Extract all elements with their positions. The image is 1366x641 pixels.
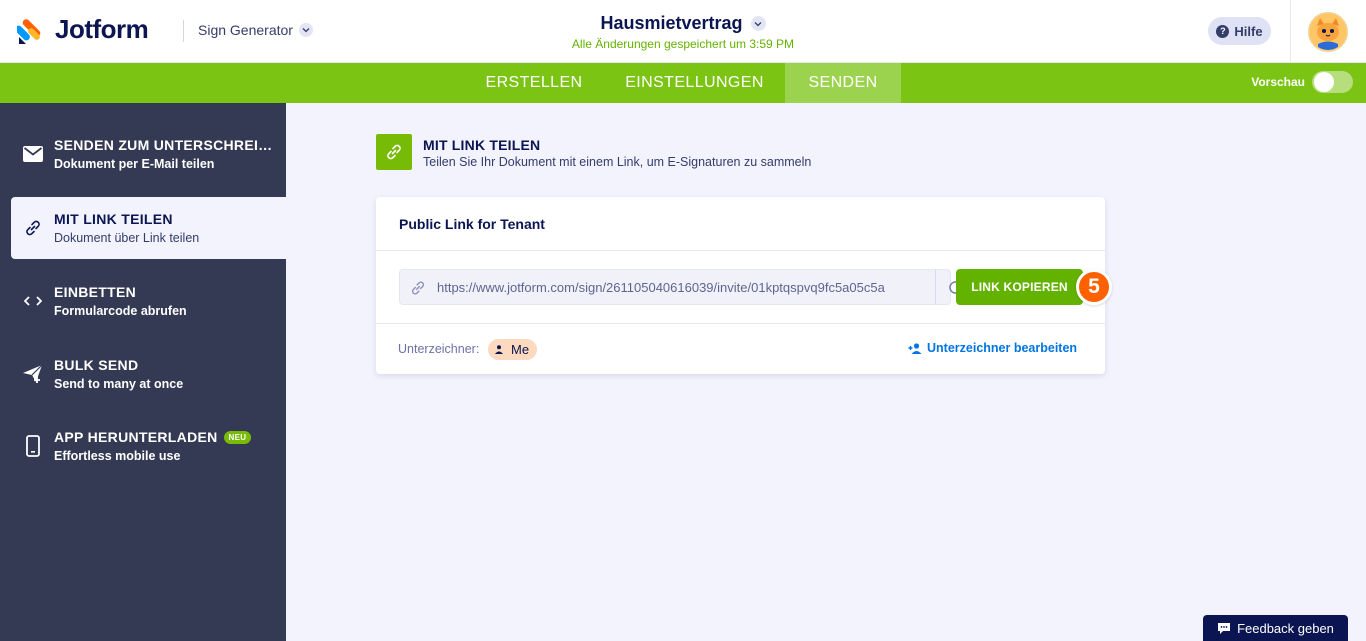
cat-avatar-icon	[1310, 14, 1346, 50]
product-switcher[interactable]: Sign Generator	[198, 22, 313, 38]
signer-chip: Me	[488, 339, 538, 360]
feedback-icon	[1218, 622, 1231, 634]
preview-toggle[interactable]: Vorschau	[1251, 71, 1353, 93]
copy-link-button[interactable]: LINK KOPIEREN	[956, 269, 1083, 305]
product-label: Sign Generator	[198, 22, 293, 38]
envelope-icon	[22, 143, 44, 165]
header-divider	[1290, 0, 1291, 63]
builder-nav: ERSTELLEN EINSTELLUNGEN SENDEN Vorschau	[0, 63, 1366, 103]
sidebar-item-subtitle: Dokument per E-Mail teilen	[54, 157, 215, 171]
sidebar-item-subtitle: Effortless mobile use	[54, 449, 181, 463]
toggle-knob	[1314, 72, 1334, 92]
sidebar-item-title: MIT LINK TEILEN	[54, 211, 173, 227]
share-sidebar: SENDEN ZUM UNTERSCHREIBEN Dokument per E…	[0, 103, 286, 641]
tab-senden[interactable]: SENDEN	[785, 63, 901, 103]
avatar[interactable]	[1308, 12, 1348, 52]
add-person-icon	[908, 342, 922, 354]
jotform-logo[interactable]: Jotform	[17, 14, 149, 45]
link-icon	[376, 134, 412, 170]
section-title: MIT LINK TEILEN	[423, 137, 541, 153]
sidebar-item-bulk-send[interactable]: BULK SEND Send to many at once	[0, 343, 286, 405]
person-icon	[495, 345, 503, 354]
feedback-label: Feedback geben	[1237, 620, 1334, 636]
help-button[interactable]: ? Hilfe	[1208, 17, 1271, 45]
preview-label: Vorschau	[1251, 75, 1305, 89]
smartphone-icon	[22, 435, 44, 457]
sidebar-item-title: APP HERUNTERLADEN NEU	[54, 429, 252, 445]
code-icon	[22, 290, 44, 312]
link-icon	[412, 281, 424, 295]
question-icon: ?	[1216, 24, 1230, 38]
link-field[interactable]: https://www.jotform.com/sign/26110504061…	[399, 269, 962, 305]
sidebar-item-download-app[interactable]: APP HERUNTERLADEN NEU Effortless mobile u…	[0, 415, 286, 477]
tab-erstellen[interactable]: ERSTELLEN	[468, 63, 600, 103]
logo-text: Jotform	[55, 14, 149, 44]
link-url[interactable]: https://www.jotform.com/sign/26110504061…	[437, 280, 915, 295]
divider	[376, 323, 1105, 324]
chevron-down-icon	[298, 23, 313, 37]
paper-plane-icon	[22, 363, 44, 385]
sidebar-item-subtitle: Formularcode abrufen	[54, 304, 187, 318]
top-header: Jotform Sign Generator Hausmietvertrag A…	[0, 0, 1366, 63]
sidebar-item-title: EINBETTEN	[54, 284, 137, 300]
sidebar-item-subtitle: Send to many at once	[54, 377, 184, 391]
section-description: Teilen Sie Ihr Dokument mit einem Link, …	[423, 155, 812, 169]
feedback-button[interactable]: Feedback geben	[1203, 615, 1348, 641]
sidebar-item-send-to-sign[interactable]: SENDEN ZUM UNTERSCHREIBEN Dokument per E…	[0, 123, 286, 185]
help-label: Hilfe	[1234, 23, 1263, 39]
save-status: Alle Änderungen gespeichert um 3:59 PM	[571, 37, 795, 51]
toggle-switch[interactable]	[1312, 71, 1353, 93]
card-title: Public Link for Tenant	[399, 216, 545, 232]
sidebar-item-subtitle: Dokument über Link teilen	[54, 231, 200, 245]
sidebar-item-embed[interactable]: EINBETTEN Formularcode abrufen	[0, 270, 286, 332]
header-divider	[183, 20, 184, 42]
edit-signers-link[interactable]: Unterzeichner bearbeiten	[908, 341, 1077, 355]
sidebar-item-title-text: APP HERUNTERLADEN	[54, 429, 218, 445]
document-title-area: Hausmietvertrag Alle Änderungen gespeich…	[483, 13, 883, 51]
signers-label: Unterzeichner:	[398, 342, 480, 356]
document-title-text: Hausmietvertrag	[600, 13, 743, 33]
sidebar-item-title: BULK SEND	[54, 357, 139, 373]
chevron-down-icon	[750, 16, 766, 31]
new-badge: NEU	[223, 431, 252, 444]
link-icon	[22, 217, 44, 239]
signer-name: Me	[511, 342, 530, 357]
tab-einstellungen[interactable]: EINSTELLUNGEN	[612, 63, 777, 103]
sidebar-item-share-link[interactable]: MIT LINK TEILEN Dokument über Link teile…	[11, 197, 286, 259]
document-title[interactable]: Hausmietvertrag	[600, 13, 766, 34]
sidebar-item-title: SENDEN ZUM UNTERSCHREIBEN	[54, 137, 278, 153]
edit-signers-label: Unterzeichner bearbeiten	[927, 341, 1078, 355]
divider	[376, 250, 1105, 251]
step-number-badge: 5	[1076, 269, 1112, 305]
jotform-logo-icon	[17, 18, 41, 44]
public-link-card: Public Link for Tenant https://www.jotfo…	[376, 197, 1112, 374]
